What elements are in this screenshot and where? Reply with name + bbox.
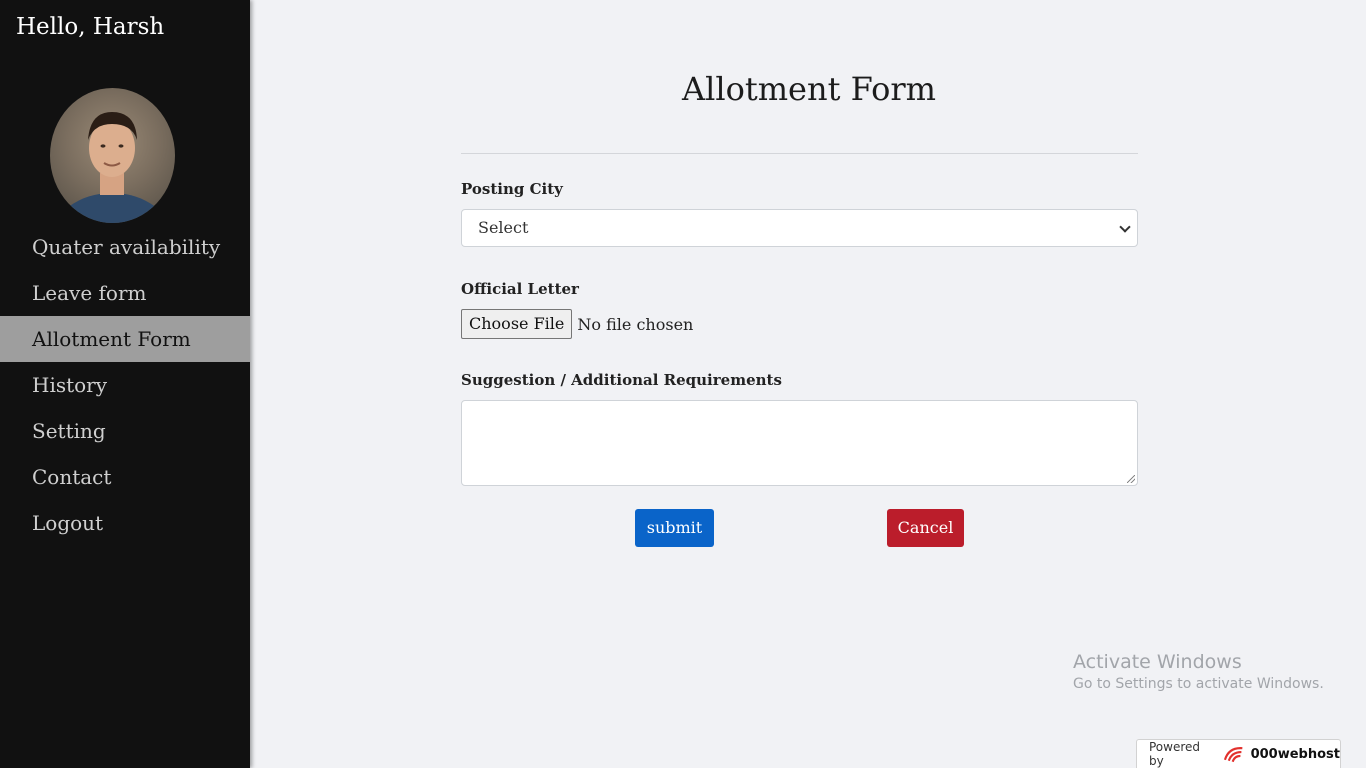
sidebar: Hello, Harsh Quater availability Leave f… xyxy=(0,0,250,768)
posting-city-selected-value: Select xyxy=(478,218,529,237)
powered-by-badge[interactable]: Powered by 000webhost xyxy=(1136,739,1341,768)
sidebar-item-history[interactable]: History xyxy=(0,362,250,408)
suggestion-textarea[interactable] xyxy=(461,400,1138,486)
sidebar-item-contact[interactable]: Contact xyxy=(0,454,250,500)
powered-by-brand: 000webhost xyxy=(1250,746,1340,762)
main-content: Allotment Form Posting City Select Offic… xyxy=(252,0,1366,768)
chevron-down-icon xyxy=(1119,221,1131,233)
cancel-button[interactable]: Cancel xyxy=(887,509,964,547)
resize-grip-icon[interactable] xyxy=(1127,475,1135,483)
official-letter-file-input: Choose File No file chosen xyxy=(461,309,693,339)
avatar xyxy=(50,88,175,223)
sidebar-item-allotment-form[interactable]: Allotment Form xyxy=(0,316,250,362)
official-letter-label: Official Letter xyxy=(461,280,579,298)
sidebar-item-logout[interactable]: Logout xyxy=(0,500,250,546)
sidebar-nav: Quater availability Leave form Allotment… xyxy=(0,224,250,546)
sidebar-item-leave-form[interactable]: Leave form xyxy=(0,270,250,316)
suggestion-label: Suggestion / Additional Requirements xyxy=(461,371,782,389)
posting-city-label: Posting City xyxy=(461,180,563,198)
choose-file-button[interactable]: Choose File xyxy=(461,309,573,339)
page-title: Allotment Form xyxy=(682,70,936,108)
posting-city-select[interactable]: Select xyxy=(461,209,1138,247)
file-status-text: No file chosen xyxy=(577,314,694,334)
activate-windows-subtitle: Go to Settings to activate Windows. xyxy=(1073,676,1324,692)
greeting: Hello, Harsh xyxy=(16,14,165,40)
powered-by-text: Powered by xyxy=(1149,740,1201,768)
activate-windows-title: Activate Windows xyxy=(1073,651,1242,673)
sidebar-item-setting[interactable]: Setting xyxy=(0,408,250,454)
sidebar-item-quater-availability[interactable]: Quater availability xyxy=(0,224,250,270)
title-divider xyxy=(461,153,1138,154)
000webhost-logo-icon xyxy=(1224,747,1243,763)
avatar-portrait xyxy=(55,112,169,223)
submit-button[interactable]: submit xyxy=(635,509,714,547)
